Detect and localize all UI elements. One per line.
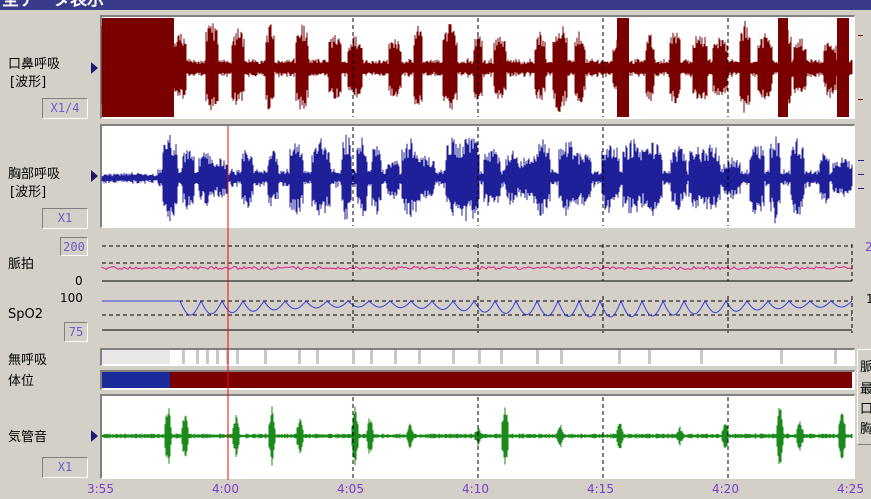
- time-gridlines: [352, 18, 853, 478]
- pulse-trend: [101, 245, 853, 282]
- apnea-event-mark: [780, 350, 783, 364]
- body-position-bar: [102, 372, 852, 388]
- apnea-event-mark: [196, 350, 199, 364]
- apnea-event-mark: [394, 350, 397, 364]
- apnea-event-mark: [648, 350, 651, 364]
- tracheal-trace: [101, 406, 853, 466]
- nasal-burst-block: [778, 18, 788, 117]
- nasal-waveform: [101, 18, 853, 117]
- nasal-burst-block: [837, 18, 849, 117]
- time-tick-label: 4:15: [587, 482, 614, 496]
- apnea-event-mark: [236, 350, 239, 364]
- apnea-event-mark: [834, 350, 837, 364]
- time-tick-label: 4:25: [837, 482, 864, 496]
- apnea-events: [102, 350, 837, 364]
- apnea-event-mark: [182, 350, 185, 364]
- apnea-event-mark: [536, 350, 539, 364]
- apnea-event-mark: [560, 350, 563, 364]
- position-lateral-segment: [170, 372, 852, 388]
- time-tick-label: 3:55: [87, 482, 114, 496]
- apnea-event-mark: [298, 350, 301, 364]
- nasal-trace: [101, 20, 853, 116]
- apnea-unscored-region: [102, 350, 170, 364]
- apnea-event-mark: [316, 350, 319, 364]
- apnea-event-mark: [216, 350, 219, 364]
- position-supine-segment: [102, 372, 170, 388]
- nasal-dense-block: [102, 18, 174, 117]
- chest-trace: [101, 134, 853, 224]
- time-tick-label: 4:10: [462, 482, 489, 496]
- apnea-event-mark: [452, 350, 455, 364]
- apnea-event-mark: [206, 350, 209, 364]
- apnea-event-mark: [618, 350, 621, 364]
- nasal-burst-block: [617, 18, 629, 117]
- apnea-event-mark: [352, 350, 355, 364]
- apnea-event-mark: [500, 350, 503, 364]
- apnea-event-mark: [700, 350, 703, 364]
- tracheal-sound-waveform: [101, 406, 853, 466]
- time-tick-label: 4:00: [212, 482, 239, 496]
- apnea-event-mark: [478, 350, 481, 364]
- pulse-trace: [101, 265, 853, 271]
- apnea-event-mark: [264, 350, 267, 364]
- time-tick-label: 4:20: [712, 482, 739, 496]
- spo2-trend: [102, 299, 853, 331]
- apnea-event-mark: [418, 350, 421, 364]
- time-tick-label: 4:05: [337, 482, 364, 496]
- apnea-event-mark: [370, 350, 373, 364]
- waveform-canvas[interactable]: [0, 0, 871, 499]
- chest-waveform: [101, 134, 853, 224]
